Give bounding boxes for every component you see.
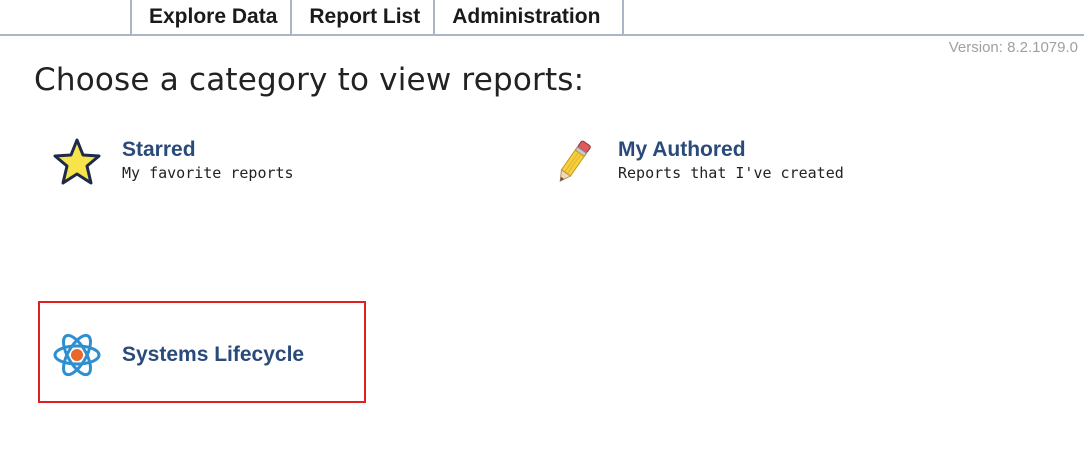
pencil-icon xyxy=(559,140,591,182)
tab-list: Explore Data Report List Administration xyxy=(130,0,625,34)
category-systems-lifecycle-link[interactable]: Systems Lifecycle xyxy=(122,342,304,368)
category-starred-description: My favorite reports xyxy=(122,164,294,182)
category-starred[interactable]: Starred My favorite reports xyxy=(52,137,294,187)
tab-explore-data[interactable]: Explore Data xyxy=(130,0,290,34)
version-label: Version: 8.2.1079.0 xyxy=(948,39,1078,56)
category-my-authored-link[interactable]: My Authored xyxy=(618,137,844,163)
top-navigation: Explore Data Report List Administration xyxy=(0,0,1084,36)
atom-icon xyxy=(53,333,101,377)
category-systems-lifecycle[interactable]: Systems Lifecycle xyxy=(52,330,304,380)
star-icon xyxy=(53,138,101,185)
page-title: Choose a category to view reports: xyxy=(34,62,585,98)
tab-bar-divider xyxy=(0,34,1084,36)
category-my-authored[interactable]: My Authored Reports that I've created xyxy=(548,137,844,187)
tab-administration[interactable]: Administration xyxy=(433,0,625,34)
category-starred-link[interactable]: Starred xyxy=(122,137,294,163)
tab-report-list[interactable]: Report List xyxy=(290,0,433,34)
category-my-authored-description: Reports that I've created xyxy=(618,164,844,182)
